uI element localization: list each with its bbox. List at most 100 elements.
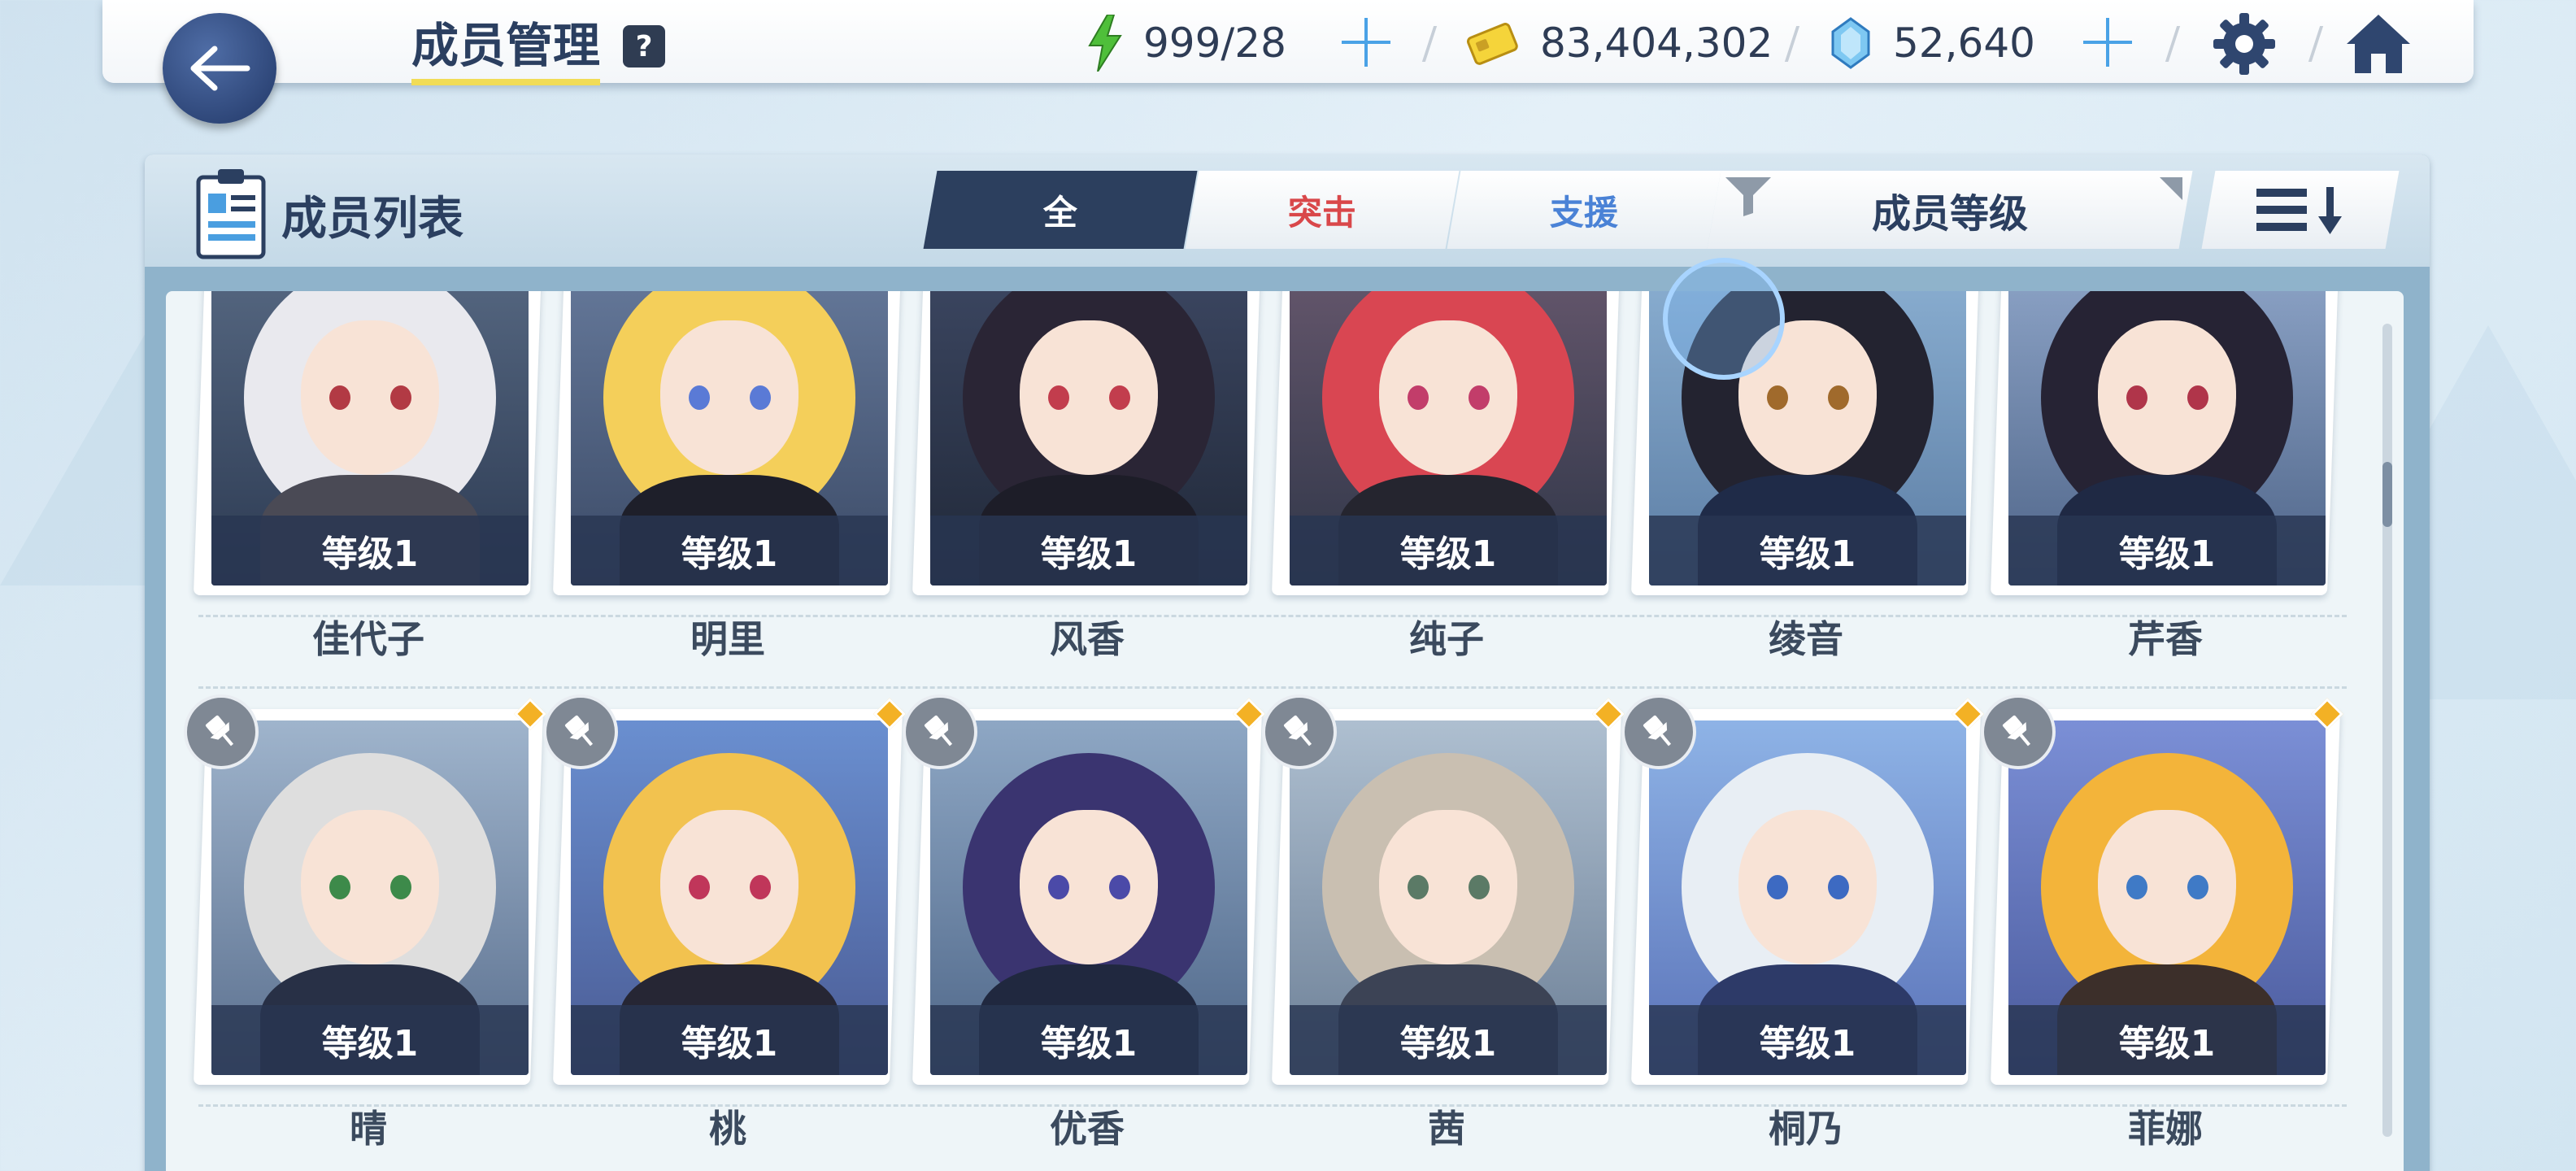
pin-button[interactable] xyxy=(543,694,618,769)
member-card[interactable]: 等级1 风香 xyxy=(912,291,1263,661)
divider xyxy=(1421,26,1438,62)
pin-button[interactable] xyxy=(903,694,977,769)
portrait-face xyxy=(660,810,798,964)
portrait-eye xyxy=(1828,875,1849,899)
portrait-eye xyxy=(329,875,350,899)
portrait-eye xyxy=(2187,875,2208,899)
add-gems-button[interactable] xyxy=(2083,18,2132,67)
tab-all-label: 全 xyxy=(1042,192,1077,233)
portrait-eye xyxy=(1109,875,1130,899)
pin-button[interactable] xyxy=(1621,694,1696,769)
portrait-eye xyxy=(1408,385,1429,410)
back-button[interactable] xyxy=(163,13,276,124)
portrait-eye xyxy=(1048,875,1069,899)
divider xyxy=(2165,26,2181,62)
portrait-eye xyxy=(2126,875,2147,899)
scroll-thumb[interactable] xyxy=(2382,462,2392,527)
home-icon[interactable] xyxy=(2343,11,2413,76)
member-card[interactable]: 等级1 桐乃 xyxy=(1621,694,1984,1151)
portrait-eye xyxy=(1767,875,1788,899)
level-label: 等级1 xyxy=(1290,516,1607,586)
member-name: 纯子 xyxy=(1409,617,1484,661)
gems-value: 52,640 xyxy=(1893,20,2035,67)
member-portrait: 等级1 xyxy=(211,720,529,1075)
scrollbar[interactable] xyxy=(2382,324,2392,1137)
add-stamina-button[interactable] xyxy=(1342,18,1390,67)
portrait-eye xyxy=(1469,875,1490,899)
portrait-eye xyxy=(1048,385,1069,410)
gem-icon xyxy=(1831,17,1870,69)
portrait-eye xyxy=(689,385,710,410)
tab-assault-label: 突击 xyxy=(1287,192,1356,233)
member-card[interactable]: 等级1 晴 xyxy=(184,694,546,1151)
filter-icon[interactable] xyxy=(1725,177,1771,216)
row-divider xyxy=(198,686,2347,689)
member-portrait: 等级1 xyxy=(1290,291,1607,586)
gear-icon[interactable] xyxy=(2212,11,2277,76)
portrait-face xyxy=(2098,810,2236,964)
tab-support-label: 支援 xyxy=(1549,192,1618,233)
portrait-eye xyxy=(2187,385,2208,410)
member-card[interactable]: 等级1 芹香 xyxy=(1990,291,2341,661)
member-card[interactable]: 等级1 明里 xyxy=(552,291,903,661)
pin-button[interactable] xyxy=(1981,694,2056,769)
member-grid: 等级1 佳代子 等级1 明里 等级1 风香 等级1 纯子 等级1 绫音 等级1 … xyxy=(166,291,2404,1171)
portrait-face xyxy=(1020,320,1158,475)
member-name: 桐乃 xyxy=(1769,1107,1843,1151)
portrait-eye xyxy=(1469,385,1490,410)
sort-selector[interactable]: 成员等级 xyxy=(1707,171,2193,249)
level-label: 等级1 xyxy=(211,1005,529,1075)
portrait-eye xyxy=(750,385,771,410)
member-name: 优香 xyxy=(1050,1107,1125,1151)
sort-order-button[interactable] xyxy=(2201,171,2400,249)
member-name: 佳代子 xyxy=(312,617,424,661)
divider xyxy=(1784,26,1800,62)
level-label: 等级1 xyxy=(1290,1005,1607,1075)
stamina-resource: 999/28 xyxy=(1086,15,1286,72)
member-portrait: 等级1 xyxy=(930,291,1247,586)
tab-all[interactable]: 全 xyxy=(923,171,1198,249)
help-button[interactable]: ? xyxy=(623,25,666,67)
member-name: 菲娜 xyxy=(2128,1107,2203,1151)
title-area: 成员管理 ? xyxy=(411,11,666,85)
portrait-face xyxy=(2098,320,2236,475)
member-list-icon xyxy=(196,169,266,259)
member-name: 风香 xyxy=(1050,617,1125,661)
member-card[interactable]: 等级1 优香 xyxy=(903,694,1265,1151)
pin-icon xyxy=(924,715,953,747)
stamina-value: 999/28 xyxy=(1143,20,1286,67)
portrait-eye xyxy=(1828,385,1849,410)
member-list-panel: 成员列表 全 突击 支援 成员等级 等级1 佳代子 等级1 明里 等级1 风香 … xyxy=(145,155,2430,1171)
level-label: 等级1 xyxy=(2008,1005,2326,1075)
portrait-face xyxy=(301,810,439,964)
portrait-eye xyxy=(329,385,350,410)
pin-button[interactable] xyxy=(1262,694,1337,769)
member-portrait: 等级1 xyxy=(1649,720,1966,1075)
portrait-face xyxy=(660,320,798,475)
member-card[interactable]: 等级1 佳代子 xyxy=(193,291,544,661)
portrait-face xyxy=(1738,810,1877,964)
member-card[interactable]: 等级1 菲娜 xyxy=(1981,694,2343,1151)
pin-button[interactable] xyxy=(184,694,259,769)
credit-card-icon xyxy=(1466,23,1518,65)
tab-support[interactable]: 支援 xyxy=(1447,171,1721,249)
portrait-eye xyxy=(1767,385,1788,410)
list-title: 成员列表 xyxy=(281,193,463,246)
portrait-eye xyxy=(689,875,710,899)
pin-icon xyxy=(205,715,234,747)
member-card[interactable]: 等级1 桃 xyxy=(543,694,906,1151)
tab-assault[interactable]: 突击 xyxy=(1185,171,1460,249)
member-portrait: 等级1 xyxy=(1290,720,1607,1075)
member-name: 桃 xyxy=(709,1107,746,1151)
top-bar: 成员管理 ? 999/28 83,404,302 52,640 xyxy=(102,0,2474,85)
member-card[interactable]: 等级1 茜 xyxy=(1262,694,1625,1151)
member-name: 绫音 xyxy=(1769,617,1843,661)
pin-icon xyxy=(564,715,594,747)
member-card[interactable]: 等级1 纯子 xyxy=(1271,291,1622,661)
tap-ripple-effect xyxy=(1663,258,1785,380)
portrait-eye xyxy=(2126,385,2147,410)
portrait-eye xyxy=(390,385,411,410)
member-name: 明里 xyxy=(690,617,765,661)
portrait-eye xyxy=(390,875,411,899)
member-portrait: 等级1 xyxy=(571,720,888,1075)
